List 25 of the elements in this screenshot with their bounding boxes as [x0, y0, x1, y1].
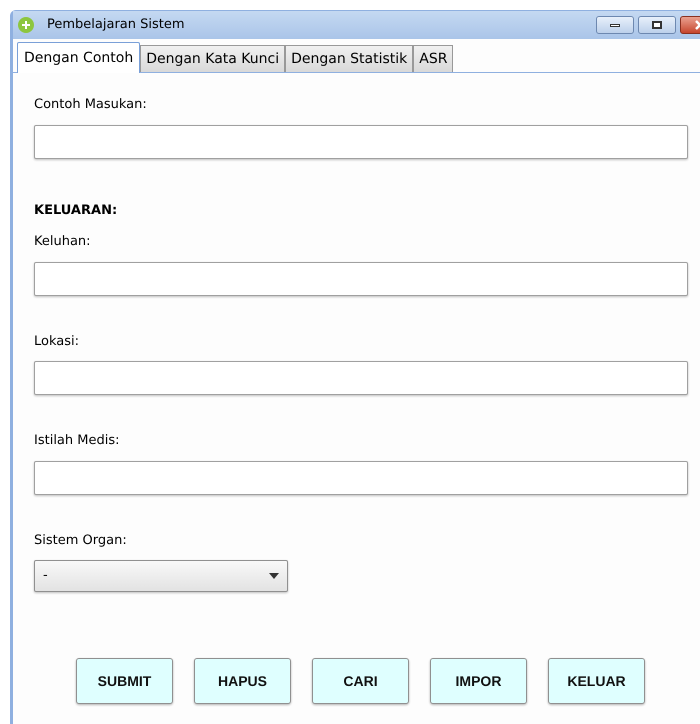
field-label: Istilah Medis: [34, 432, 120, 450]
action-button[interactable]: KELUAR [548, 658, 645, 704]
input-field[interactable] [34, 361, 688, 395]
field-label: Lokasi: [34, 332, 80, 350]
field-label: Keluhan: [34, 233, 92, 251]
action-button[interactable]: IMPOR [430, 658, 527, 704]
maximize-button[interactable] [638, 16, 676, 34]
input-field[interactable] [34, 262, 688, 296]
field-label: Sistem Organ: [34, 532, 128, 550]
tab[interactable]: Dengan Contoh [17, 42, 140, 73]
action-button[interactable]: HAPUS [194, 658, 291, 704]
window-title: Pembelajaran Sistem [47, 16, 186, 34]
minimize-button[interactable] [596, 16, 634, 34]
input-field[interactable] [34, 460, 688, 494]
dropdown[interactable]: - [34, 560, 288, 592]
caret-icon [269, 573, 279, 579]
field-label: Contoh Masukan: [34, 96, 148, 114]
action-button[interactable]: CARI [312, 658, 409, 704]
tab[interactable]: Dengan Statistik [285, 45, 414, 72]
plus-icon [17, 16, 35, 34]
section-heading: KELUARAN: [34, 202, 118, 220]
input-field[interactable] [34, 124, 688, 158]
action-button[interactable]: SUBMIT [76, 658, 173, 704]
tab[interactable]: Dengan Kata Kunci [140, 45, 286, 72]
tab[interactable]: ASR [413, 45, 454, 72]
